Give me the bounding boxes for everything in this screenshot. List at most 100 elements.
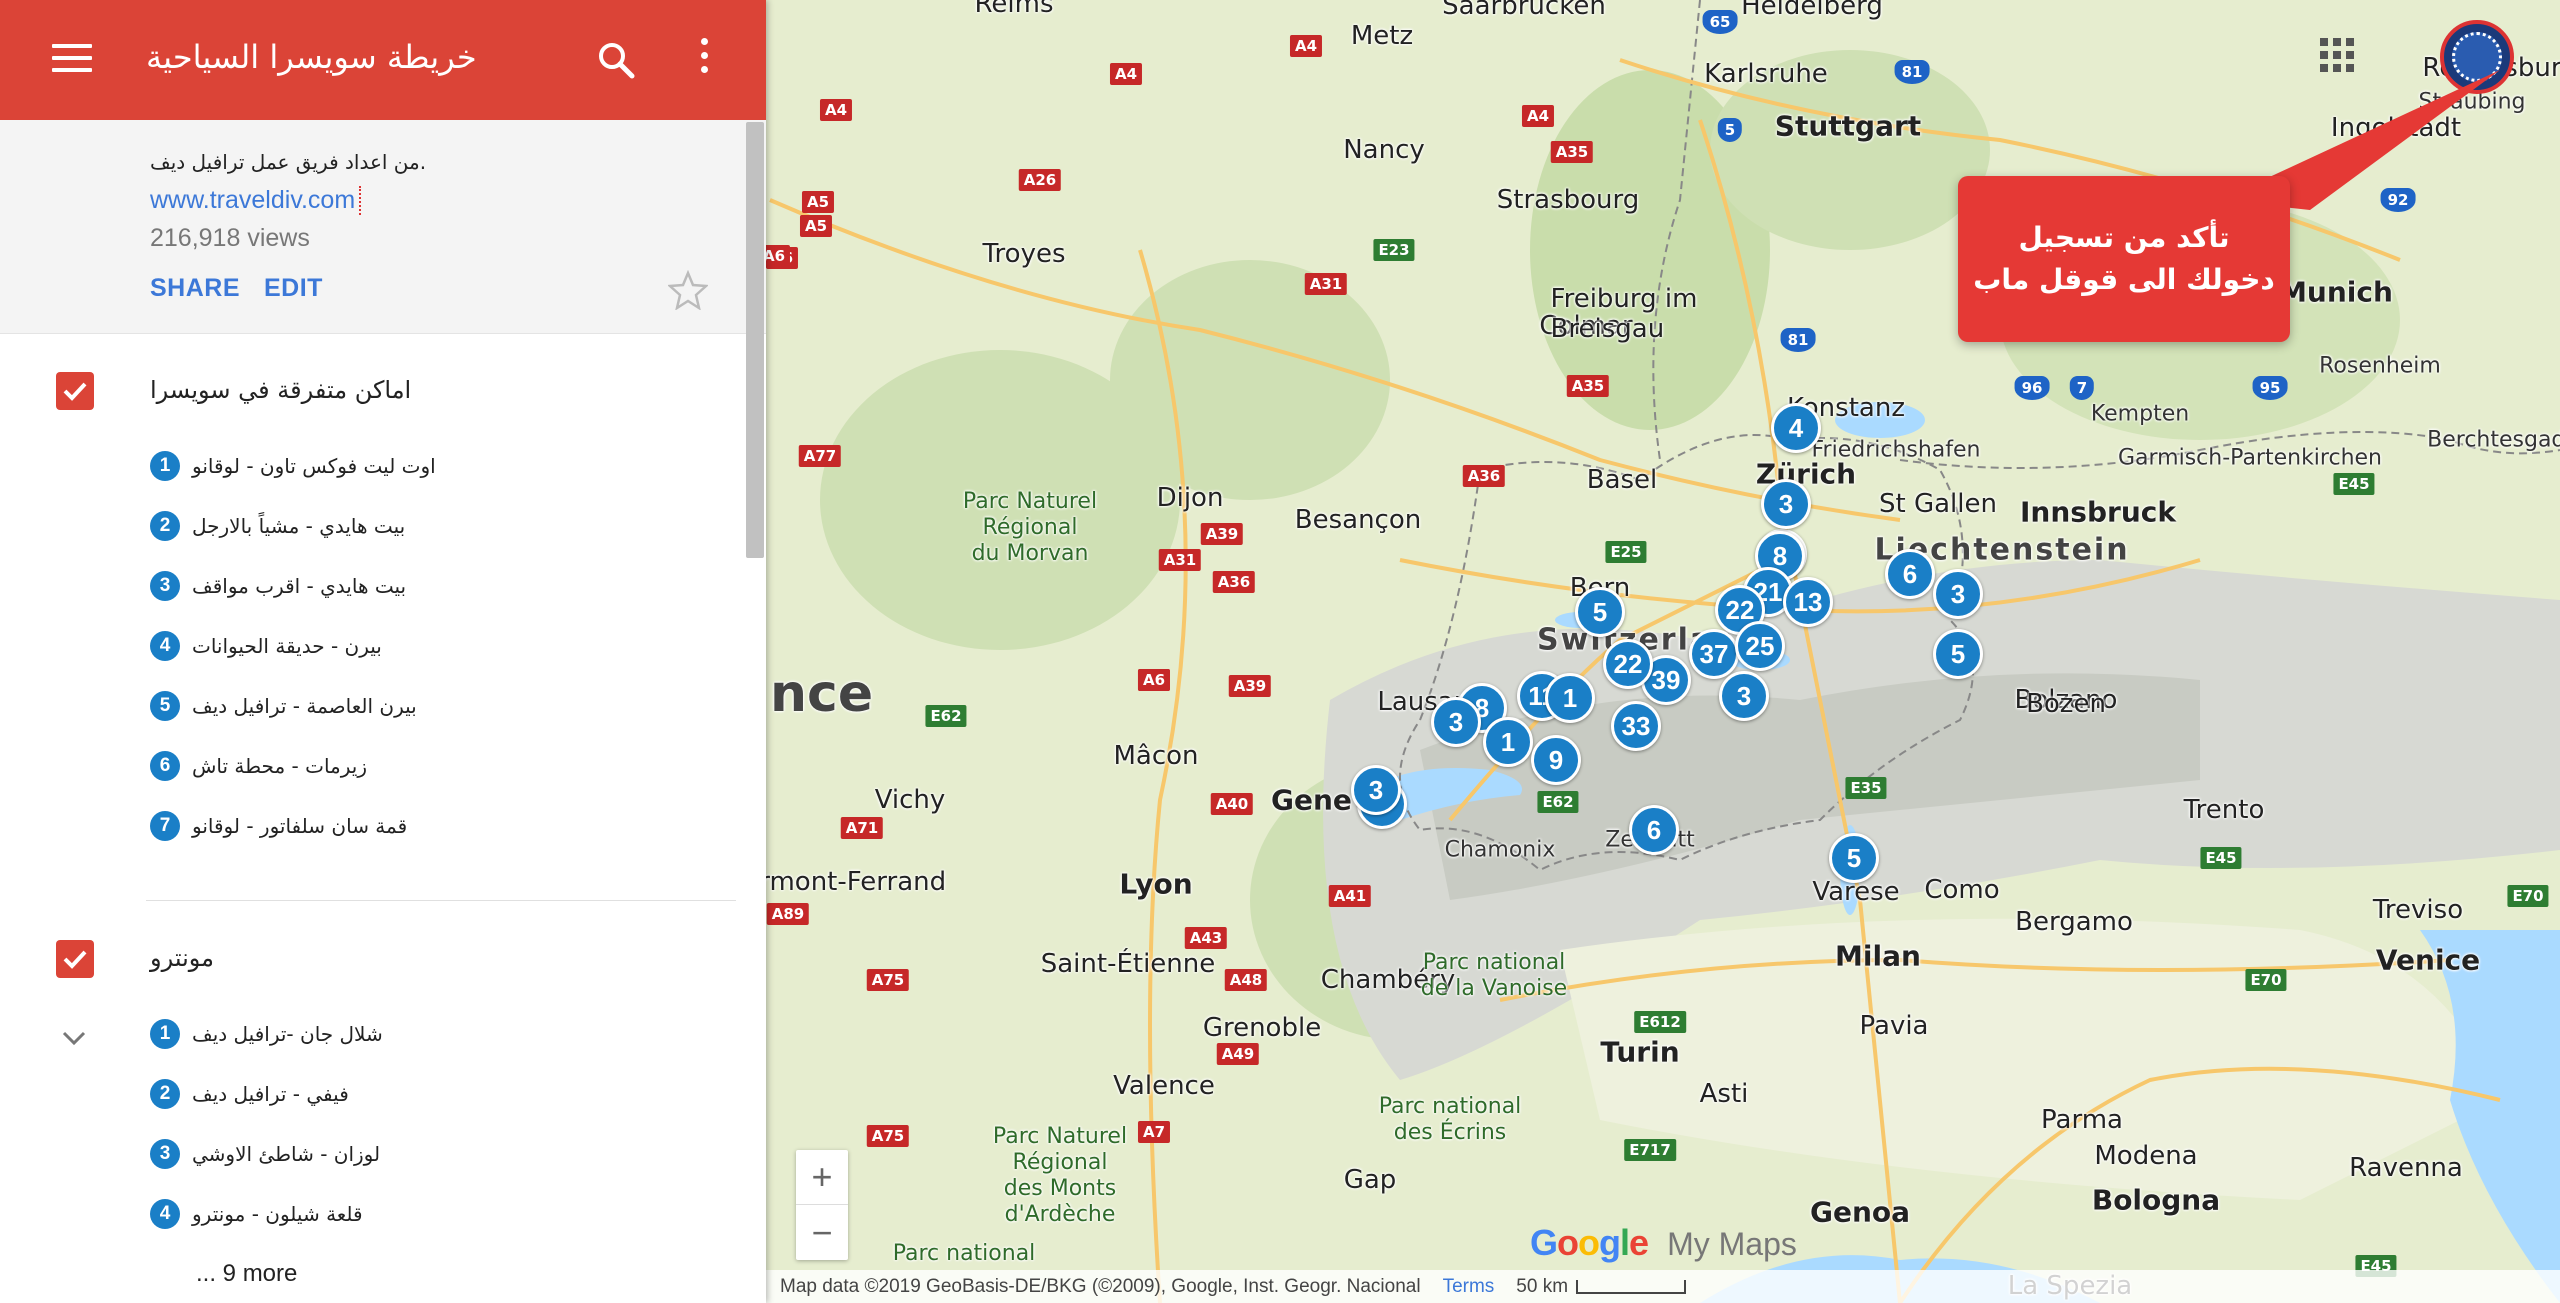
edit-button[interactable]: EDIT xyxy=(264,274,323,303)
road-shield: A48 xyxy=(1224,969,1268,991)
zoom-out-button[interactable]: − xyxy=(796,1205,848,1260)
place-label: Parc national des Écrins xyxy=(1378,1094,1522,1145)
website-link[interactable]: www.traveldiv.com xyxy=(150,186,362,215)
map-pin[interactable]: 33 xyxy=(1611,701,1661,751)
map-pin[interactable]: 37 xyxy=(1689,629,1739,679)
place-label: Parc national de la Vanoise xyxy=(1420,950,1568,1001)
layer-1-item[interactable]: 1 اوت ليت فوكس تاون - لوقانو xyxy=(150,446,436,486)
item-label: اوت ليت فوكس تاون - لوقانو xyxy=(192,454,436,478)
layer-2-item[interactable]: 2 فيفي - ترافيل ديف xyxy=(150,1074,349,1114)
layer-2-item[interactable]: 4 قلعة شيلون - مونترو xyxy=(150,1194,363,1234)
map-pin[interactable]: 5 xyxy=(1933,629,1983,679)
road-shield: A41 xyxy=(1328,885,1372,907)
layer-1-item[interactable]: 5 بيرن العاصمة - ترافيل ديف xyxy=(150,686,417,726)
map-pin[interactable]: 4 xyxy=(1771,403,1821,453)
map-pin[interactable]: 22 xyxy=(1603,639,1653,689)
road-shield: A4 xyxy=(1109,63,1143,85)
place-label: Berchtesgaden xyxy=(2427,427,2560,453)
layer-1-title[interactable]: اماكن متفرقة في سويسرا xyxy=(150,376,411,404)
place-label: Como xyxy=(1924,875,2000,905)
place-label: Gap xyxy=(1343,1165,1397,1195)
layer-1-checkbox[interactable] xyxy=(56,372,94,410)
place-label: Trento xyxy=(2183,795,2265,825)
place-label: Ingolstadt xyxy=(2330,113,2462,143)
place-label: Turin xyxy=(1600,1035,1680,1069)
road-shield: A43 xyxy=(1184,927,1228,949)
place-label: Ravenna xyxy=(2349,1153,2463,1183)
more-items-link[interactable]: ... 9 more xyxy=(196,1260,297,1288)
map-pin[interactable]: 1 xyxy=(1483,717,1533,767)
road-shield: 92 xyxy=(2380,188,2416,212)
map-pin[interactable]: 5 xyxy=(1829,833,1879,883)
map-pin[interactable]: 5 xyxy=(1575,587,1625,637)
marker-number-icon: 3 xyxy=(150,1139,180,1169)
google-wordmark: Google xyxy=(1530,1222,1649,1263)
road-shield: A7 xyxy=(1137,1121,1171,1143)
share-button[interactable]: SHARE xyxy=(150,274,240,303)
map-pin[interactable]: 13 xyxy=(1783,577,1833,627)
place-label: Venice xyxy=(2375,943,2481,977)
layer-2-title[interactable]: مونترو xyxy=(150,944,214,972)
place-label: Karlsruhe xyxy=(1704,59,1828,89)
map-pin[interactable]: 9 xyxy=(1531,735,1581,785)
item-label: قمة سان سلفاتور - لوقانو xyxy=(192,814,408,838)
item-label: لوزان - شاطئ الاوشي xyxy=(192,1142,381,1166)
map-credit: من اعداد فريق عمل ترافيل ديف. xyxy=(150,150,427,174)
place-label: Kempten xyxy=(2090,401,2190,427)
place-label: Milan xyxy=(1835,939,1921,973)
account-avatar[interactable] xyxy=(2440,20,2514,94)
layer-2-item[interactable]: 3 لوزان - شاطئ الاوشي xyxy=(150,1134,380,1174)
road-shield: E23 xyxy=(1373,239,1415,261)
layer-1-item[interactable]: 6 زيرمات - محطة تاش xyxy=(150,746,367,786)
layer-2-checkbox[interactable] xyxy=(56,940,94,978)
zoom-in-button[interactable]: + xyxy=(796,1150,848,1205)
map-pin[interactable]: 3 xyxy=(1351,765,1401,815)
road-shield: 95 xyxy=(2252,376,2288,400)
road-shield: E612 xyxy=(1634,1011,1686,1033)
layer-1-item[interactable]: 3 بيت هايدي - اقرب مواقف xyxy=(150,566,406,606)
map-pin[interactable]: 1 xyxy=(1545,673,1595,723)
map-pin[interactable]: 3 xyxy=(1719,671,1769,721)
road-shield: A35 xyxy=(1566,375,1610,397)
marker-number-icon: 5 xyxy=(150,691,180,721)
panel-scrollbar[interactable] xyxy=(746,122,764,558)
layer-1-item[interactable]: 2 بيت هايدي - مشياً بالارجل xyxy=(150,506,405,546)
map-footer: Map data ©2019 GeoBasis-DE/BKG (©2009), … xyxy=(766,1270,2560,1303)
road-shield: A36 xyxy=(1212,571,1256,593)
layer-1-item[interactable]: 4 بيرن - حديقة الحيوانات xyxy=(150,626,382,666)
place-label: Parma xyxy=(2041,1105,2123,1135)
menu-icon[interactable] xyxy=(52,44,92,76)
map-pin[interactable]: 6 xyxy=(1885,549,1935,599)
scale-label[interactable]: 50 km xyxy=(1516,1276,1568,1298)
place-label: Parc national xyxy=(892,1241,1036,1266)
item-label: فيفي - ترافيل ديف xyxy=(192,1082,349,1106)
marker-number-icon: 4 xyxy=(150,631,180,661)
map-pin[interactable]: 3 xyxy=(1431,697,1481,747)
chevron-down-icon[interactable] xyxy=(58,1022,90,1054)
more-vert-icon[interactable] xyxy=(694,38,714,82)
road-shield: E717 xyxy=(1624,1139,1676,1161)
layer-1-item[interactable]: 7 قمة سان سلفاتور - لوقانو xyxy=(150,806,407,846)
search-icon[interactable] xyxy=(596,40,636,80)
map-pin[interactable]: 25 xyxy=(1735,621,1785,671)
map-pin[interactable]: 3 xyxy=(1933,569,1983,619)
google-apps-icon[interactable] xyxy=(2320,38,2354,72)
road-shield: 81 xyxy=(1894,60,1930,84)
place-label: Munich xyxy=(2279,275,2393,309)
layer-2-item[interactable]: 1 شلال جان -ترافيل ديف xyxy=(150,1014,383,1054)
road-shield: A89 xyxy=(766,903,810,925)
road-shield: 65 xyxy=(1702,10,1738,34)
place-label: Rosenheim xyxy=(2319,353,2441,379)
map-pin[interactable]: 3 xyxy=(1761,479,1811,529)
road-shield: A4 xyxy=(1521,105,1555,127)
road-shield: 81 xyxy=(1780,328,1816,352)
map-pin[interactable]: 6 xyxy=(1629,805,1679,855)
place-label: St Gallen xyxy=(1879,489,1997,519)
login-callout: تأكد من تسجيل دخولك الى قوقل ماب xyxy=(1958,176,2290,342)
star-icon[interactable] xyxy=(668,270,708,310)
view-count: 216,918 views xyxy=(150,224,310,252)
terms-link[interactable]: Terms xyxy=(1443,1276,1495,1298)
item-label: بيت هايدي - اقرب مواقف xyxy=(192,574,407,598)
callout-line-2: دخولك الى قوقل ماب xyxy=(1973,263,2275,296)
marker-number-icon: 3 xyxy=(150,571,180,601)
